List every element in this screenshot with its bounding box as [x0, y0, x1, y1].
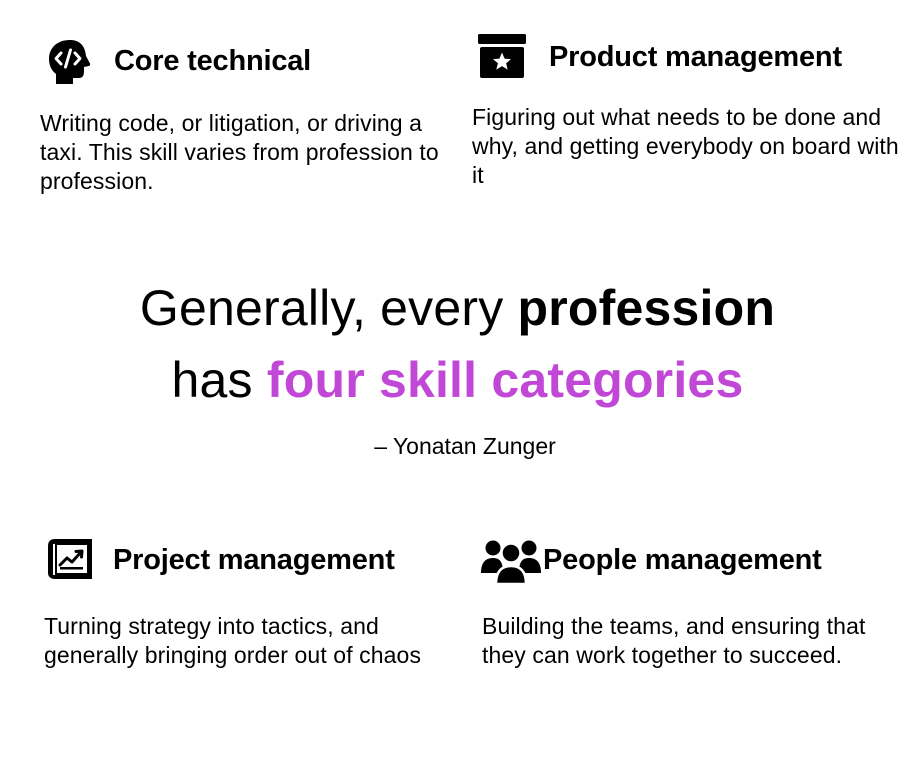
skill-title: Product management — [549, 40, 842, 73]
headline-quote: Generally, every profession has four ski… — [0, 272, 915, 416]
group-people-icon — [481, 535, 541, 585]
headline-text: has — [171, 352, 267, 408]
skill-title: Project management — [113, 543, 395, 576]
box-star-icon — [477, 32, 527, 82]
skill-header: People management — [481, 535, 822, 585]
headline-text: Generally, every — [139, 280, 518, 336]
headline-emphasis: profession — [517, 280, 776, 336]
skill-description: Building the teams, and ensuring that th… — [482, 613, 866, 668]
chart-board-icon — [45, 535, 95, 585]
skill-title: Core technical — [114, 44, 312, 77]
head-code-icon — [46, 36, 96, 86]
skill-header: Core technical — [46, 36, 311, 86]
skill-description: Turning strategy into tactics, and gener… — [44, 613, 422, 668]
skill-header: Project management — [45, 535, 395, 585]
headline-line-1: Generally, every profession — [0, 272, 915, 344]
headline-line-2: has four skill categories — [0, 344, 915, 416]
quote-attribution: – Yonatan Zunger — [374, 433, 556, 459]
skill-title: People management — [543, 543, 822, 576]
skill-header: Product management — [477, 32, 842, 82]
skill-description: Figuring out what needs to be done and w… — [472, 104, 899, 188]
headline-accent: four skill categories — [266, 352, 744, 408]
skill-description: Writing code, or litigation, or driving … — [40, 110, 439, 194]
